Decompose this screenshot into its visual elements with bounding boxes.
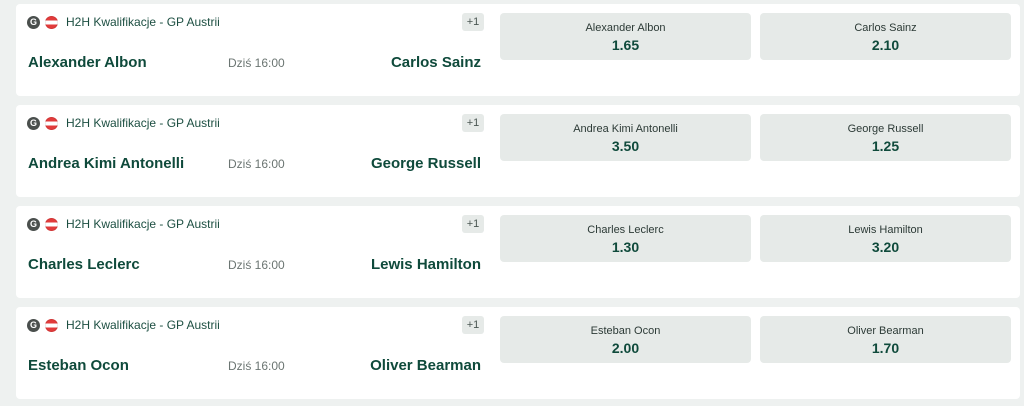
odd-label: Oliver Bearman <box>847 325 924 337</box>
event-card[interactable]: G H2H Kwalifikacje - GP Austrii +1 Alexa… <box>16 4 1020 96</box>
event-header: G H2H Kwalifikacje - GP Austrii <box>27 14 220 30</box>
away-participant: Lewis Hamilton <box>370 256 481 273</box>
league-label: H2H Kwalifikacje - GP Austrii <box>66 15 220 29</box>
league-label: H2H Kwalifikacje - GP Austrii <box>66 318 220 332</box>
odd-button-home[interactable]: Alexander Albon 1.65 <box>500 13 751 60</box>
odd-button-away[interactable]: Carlos Sainz 2.10 <box>760 13 1011 60</box>
austria-flag-icon <box>45 217 58 231</box>
odd-value: 2.10 <box>871 37 900 53</box>
event-card[interactable]: G H2H Kwalifikacje - GP Austrii +1 Charl… <box>16 206 1020 298</box>
event-header: G H2H Kwalifikacje - GP Austrii <box>27 216 220 232</box>
odd-button-away[interactable]: Oliver Bearman 1.70 <box>760 316 1011 363</box>
away-participant: Oliver Bearman <box>370 357 481 374</box>
austria-flag-icon <box>45 15 58 29</box>
odd-button-home[interactable]: Esteban Ocon 2.00 <box>500 316 751 363</box>
odd-button-away[interactable]: George Russell 1.25 <box>760 114 1011 161</box>
odd-label: Charles Leclerc <box>587 224 664 236</box>
more-markets-button[interactable]: +1 <box>462 114 484 132</box>
more-markets-button[interactable]: +1 <box>462 215 484 233</box>
home-participant: Alexander Albon <box>28 54 147 71</box>
odd-label: Esteban Ocon <box>590 325 661 337</box>
odd-value: 2.00 <box>611 340 640 356</box>
more-markets-button[interactable]: +1 <box>462 13 484 31</box>
motorsport-icon: G <box>27 318 40 332</box>
away-participant: George Russell <box>370 155 481 172</box>
odd-value: 3.20 <box>871 239 900 255</box>
odd-label: Carlos Sainz <box>854 22 917 34</box>
motorsport-icon: G <box>27 15 40 29</box>
event-time: Dziś 16:00 <box>228 258 285 272</box>
odd-button-home[interactable]: Charles Leclerc 1.30 <box>500 215 751 262</box>
odd-label: George Russell <box>847 123 924 135</box>
odd-label: Lewis Hamilton <box>848 224 923 236</box>
motorsport-icon: G <box>27 116 40 130</box>
league-label: H2H Kwalifikacje - GP Austrii <box>66 116 220 130</box>
odd-value: 1.70 <box>871 340 900 356</box>
event-card[interactable]: G H2H Kwalifikacje - GP Austrii +1 Andre… <box>16 105 1020 197</box>
event-time: Dziś 16:00 <box>228 56 285 70</box>
more-markets-button[interactable]: +1 <box>462 316 484 334</box>
odd-value: 3.50 <box>611 138 640 154</box>
odd-value: 1.25 <box>871 138 900 154</box>
odd-value: 1.65 <box>611 37 640 53</box>
event-header: G H2H Kwalifikacje - GP Austrii <box>27 115 220 131</box>
league-label: H2H Kwalifikacje - GP Austrii <box>66 217 220 231</box>
austria-flag-icon <box>45 116 58 130</box>
event-time: Dziś 16:00 <box>228 157 285 171</box>
home-participant: Andrea Kimi Antonelli <box>28 155 185 172</box>
odd-value: 1.30 <box>611 239 640 255</box>
austria-flag-icon <box>45 318 58 332</box>
odd-button-home[interactable]: Andrea Kimi Antonelli 3.50 <box>500 114 751 161</box>
away-participant: Carlos Sainz <box>390 54 481 71</box>
event-header: G H2H Kwalifikacje - GP Austrii <box>27 317 220 333</box>
home-participant: Esteban Ocon <box>28 357 129 374</box>
event-time: Dziś 16:00 <box>228 359 285 373</box>
odd-label: Andrea Kimi Antonelli <box>573 123 678 135</box>
motorsport-icon: G <box>27 217 40 231</box>
event-card[interactable]: G H2H Kwalifikacje - GP Austrii +1 Esteb… <box>16 307 1020 399</box>
home-participant: Charles Leclerc <box>28 256 140 273</box>
odd-label: Alexander Albon <box>585 22 666 34</box>
odd-button-away[interactable]: Lewis Hamilton 3.20 <box>760 215 1011 262</box>
